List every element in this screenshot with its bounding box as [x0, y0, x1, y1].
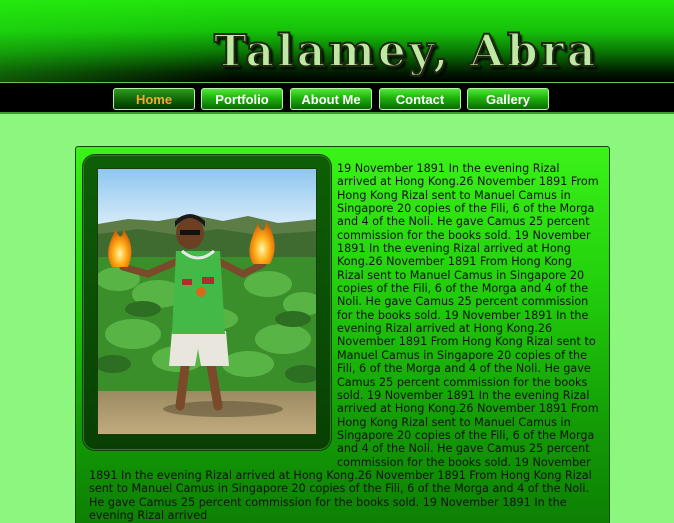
page: Talamey, Abra Home Portfolio About Me Co… — [0, 0, 674, 523]
article-text-block: 19 November 1891 In the evening Rizal ar… — [89, 162, 599, 522]
nav-gallery-button[interactable]: Gallery — [467, 88, 549, 110]
nav-portfolio-button[interactable]: Portfolio — [201, 88, 283, 110]
site-title: Talamey, Abra — [213, 25, 599, 78]
photo-spacer — [89, 162, 337, 460]
site-header: Talamey, Abra — [0, 0, 674, 82]
nav-home-button[interactable]: Home — [113, 88, 195, 110]
nav-contact-button[interactable]: Contact — [379, 88, 461, 110]
main-nav: Home Portfolio About Me Contact Gallery — [0, 82, 674, 114]
nav-about-me-button[interactable]: About Me — [290, 88, 372, 110]
